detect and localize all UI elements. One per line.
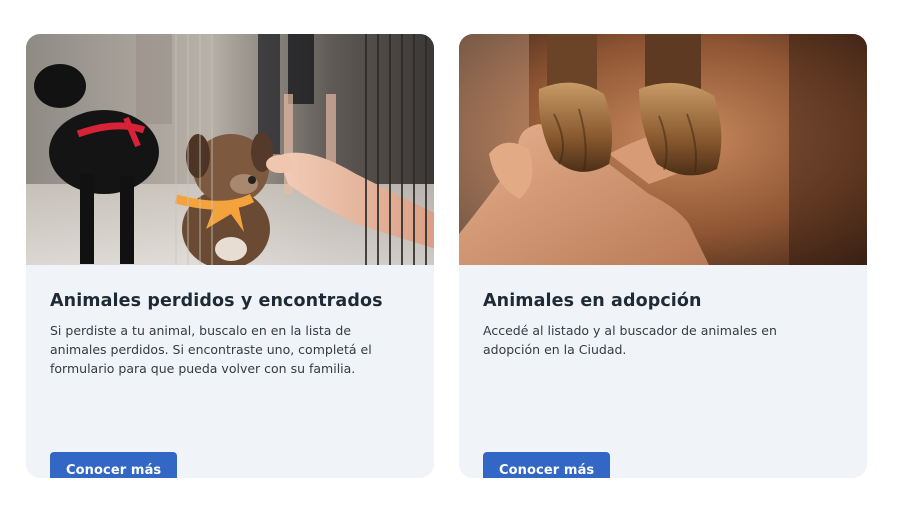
conocer-mas-button[interactable]: Conocer más — [483, 452, 611, 478]
dog-paws-hand-image — [459, 34, 867, 265]
card-title: Animales perdidos y encontrados — [50, 291, 383, 311]
puppy-shelter-image — [26, 34, 434, 265]
conocer-mas-button[interactable]: Conocer más — [50, 452, 178, 478]
cards-row: Animales perdidos y encontrados Si perdi… — [0, 0, 900, 505]
card-lost-found: Animales perdidos y encontrados Si perdi… — [26, 34, 434, 478]
card-body: Animales en adopción Accedé al listado y… — [459, 265, 867, 478]
card-description: Si perdiste a tu animal, buscalo en en l… — [50, 323, 372, 376]
card-title: Animales en adopción — [483, 291, 702, 311]
card-adoption: Animales en adopción Accedé al listado y… — [459, 34, 867, 478]
card-description: Accedé al listado y al buscador de anima… — [483, 323, 777, 357]
card-body: Animales perdidos y encontrados Si perdi… — [26, 265, 434, 478]
